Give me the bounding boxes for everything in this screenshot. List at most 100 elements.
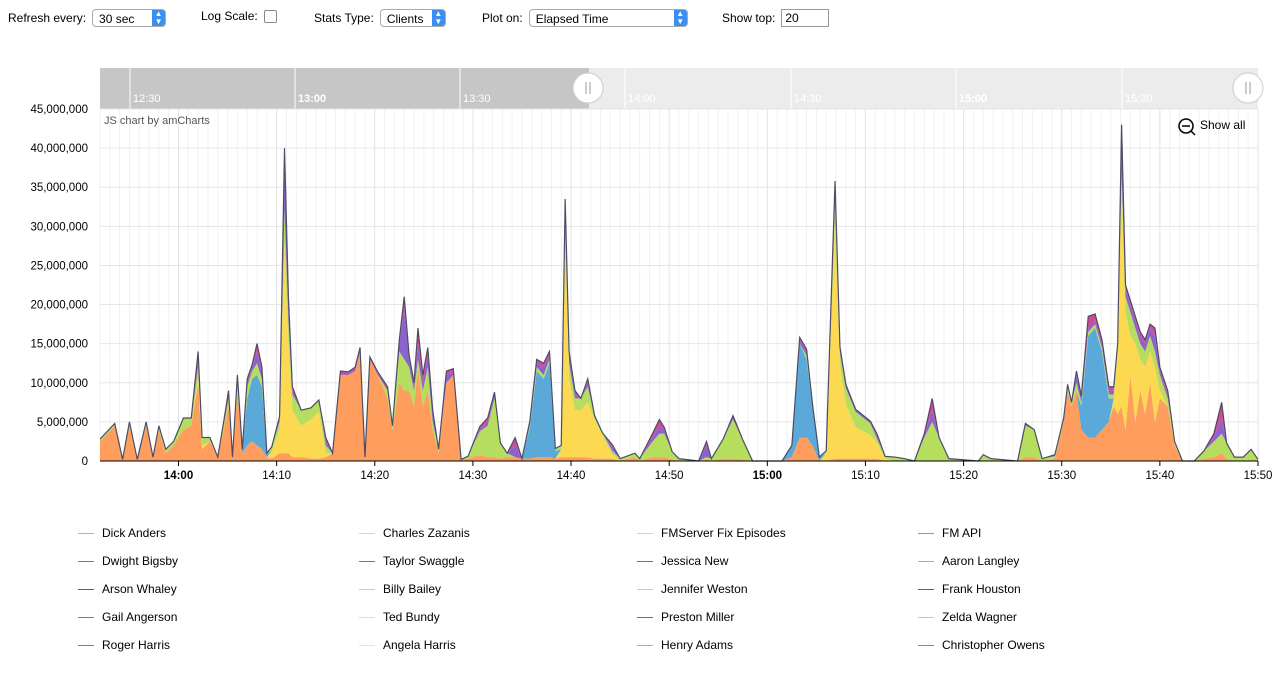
legend-swatch — [359, 644, 375, 646]
legend-swatch — [637, 616, 653, 618]
legend-item[interactable]: Billy Bailey — [359, 582, 441, 596]
legend-label: Jennifer Weston — [661, 582, 748, 596]
stats-type-control: Stats Type: Clients ▲ ▼ — [314, 9, 446, 27]
scrollbar-label: 15:30 — [1125, 93, 1153, 105]
legend-label: Henry Adams — [661, 638, 734, 652]
legend-item[interactable]: Henry Adams — [637, 638, 733, 652]
y-tick-label: 5,000,000 — [37, 417, 88, 429]
legend-item[interactable]: Gail Angerson — [78, 610, 177, 624]
legend-item[interactable]: Aaron Langley — [918, 554, 1019, 568]
legend-label: Arson Whaley — [102, 582, 177, 596]
plot-on-label: Plot on: — [482, 11, 523, 25]
legend-item[interactable]: Dwight Bigsby — [78, 554, 178, 568]
legend-item[interactable]: Taylor Swaggle — [359, 554, 464, 568]
legend-label: Preston Miller — [661, 610, 735, 624]
legend-item[interactable]: Ted Bundy — [359, 610, 440, 624]
legend-label: Dick Anders — [102, 526, 167, 540]
legend-label: FMServer Fix Episodes — [661, 526, 786, 540]
legend-label: Christopher Owens — [942, 638, 1045, 652]
legend-label: Taylor Swaggle — [383, 554, 465, 568]
legend-swatch — [918, 644, 934, 646]
legend-swatch — [637, 588, 653, 590]
legend-item[interactable]: Zelda Wagner — [918, 610, 1017, 624]
legend-label: Ted Bundy — [383, 610, 440, 624]
legend-label: Frank Houston — [942, 582, 1021, 596]
legend-label: Billy Bailey — [383, 582, 442, 596]
legend-label: Jessica New — [661, 554, 729, 568]
plot-on-select[interactable]: Elapsed Time ▲ ▼ — [528, 9, 688, 27]
stats-type-label: Stats Type: — [314, 11, 374, 25]
select-arrows-icon: ▲ ▼ — [152, 10, 166, 26]
show-top-control: Show top: 20 — [722, 9, 830, 27]
log-scale-checkbox[interactable] — [263, 9, 277, 23]
y-tick-label: 45,000,000 — [30, 104, 88, 116]
log-scale-label: Log Scale: — [201, 9, 258, 23]
y-tick-label: 15,000,000 — [30, 339, 88, 351]
select-arrows-icon: ▲ ▼ — [673, 10, 687, 26]
scrollbar-handle[interactable] — [1232, 72, 1264, 104]
y-tick-label: 0 — [82, 456, 88, 468]
legend-swatch — [78, 532, 94, 534]
chart-credit: JS chart by amCharts — [104, 115, 210, 127]
legend-item[interactable]: Roger Harris — [78, 638, 170, 652]
chart-scrollbar[interactable]: 12:30 13:00 13:30 14:00 14:30 15:00 15:30 — [100, 68, 1264, 109]
refresh-select[interactable]: 30 sec ▲ ▼ — [92, 9, 167, 27]
x-tick-label: 14:40 — [557, 470, 586, 482]
chart[interactable]: 12:30 13:00 13:30 14:00 14:30 15:00 15:30 0 5,0… — [0, 60, 1276, 490]
x-tick-label: 15:10 — [851, 470, 880, 482]
y-tick-label: 30,000,000 — [30, 221, 88, 233]
refresh-control: Refresh every: 30 sec ▲ ▼ — [8, 9, 167, 27]
show-all-label: Show all — [1200, 118, 1245, 132]
legend-item[interactable]: Jennifer Weston — [637, 582, 748, 596]
legend-swatch — [78, 616, 94, 618]
legend-label: Angela Harris — [383, 638, 456, 652]
x-tick-label: 15:50 — [1244, 470, 1273, 482]
zoom-out-handle — [1190, 130, 1196, 136]
scrollbar-label: 13:30 — [463, 93, 491, 105]
legend-swatch — [359, 588, 375, 590]
legend-item[interactable]: Jessica New — [637, 554, 728, 568]
legend-item[interactable]: Christopher Owens — [918, 638, 1045, 652]
scrollbar-label: 15:00 — [959, 93, 987, 105]
handle-circle — [572, 72, 604, 104]
legend-swatch — [359, 560, 375, 562]
plot-on-control: Plot on: Elapsed Time ▲ ▼ — [482, 9, 688, 27]
select-arrows-icon: ▲ ▼ — [431, 10, 445, 26]
legend-swatch — [918, 532, 934, 534]
legend-swatch — [78, 560, 94, 562]
legend-item[interactable]: Dick Anders — [78, 526, 166, 540]
legend-item[interactable]: FM API — [918, 526, 981, 540]
scrollbar-label: 13:00 — [298, 93, 326, 105]
legend-item[interactable]: FMServer Fix Episodes — [637, 526, 786, 540]
y-tick-label: 10,000,000 — [30, 378, 88, 390]
show-top-label: Show top: — [722, 11, 776, 25]
legend-swatch — [359, 616, 375, 618]
x-tick-label: 14:30 — [459, 470, 488, 482]
x-tick-label: 15:20 — [949, 470, 978, 482]
y-tick-label: 40,000,000 — [30, 143, 88, 155]
stats-type-select[interactable]: Clients ▲ ▼ — [379, 9, 446, 27]
legend-label: Dwight Bigsby — [102, 554, 179, 568]
plot-on-select-value: Elapsed Time — [535, 12, 609, 26]
legend-label: Aaron Langley — [942, 554, 1020, 568]
x-tick-label: 14:00 — [164, 470, 193, 482]
show-top-input[interactable]: 20 — [781, 9, 830, 27]
scrollbar-label: 12:30 — [133, 93, 161, 105]
refresh-select-value: 30 sec — [99, 12, 135, 26]
scrollbar-label: 14:00 — [628, 93, 656, 105]
legend-item[interactable]: Preston Miller — [637, 610, 734, 624]
legend-label: Gail Angerson — [102, 610, 178, 624]
x-tick-label: 14:50 — [655, 470, 684, 482]
y-tick-label: 35,000,000 — [30, 182, 88, 194]
stats-type-select-value: Clients — [386, 12, 424, 26]
legend-label: Charles Zazanis — [383, 526, 470, 540]
refresh-label: Refresh every: — [8, 11, 87, 25]
x-tick-label: 15:30 — [1047, 470, 1076, 482]
legend-swatch — [637, 532, 653, 534]
scrollbar-handle[interactable] — [572, 72, 604, 104]
legend-item[interactable]: Arson Whaley — [78, 582, 177, 596]
x-tick-label: 14:10 — [262, 470, 291, 482]
legend-item[interactable]: Charles Zazanis — [359, 526, 470, 540]
legend-item[interactable]: Frank Houston — [918, 582, 1021, 596]
legend-item[interactable]: Angela Harris — [359, 638, 456, 652]
